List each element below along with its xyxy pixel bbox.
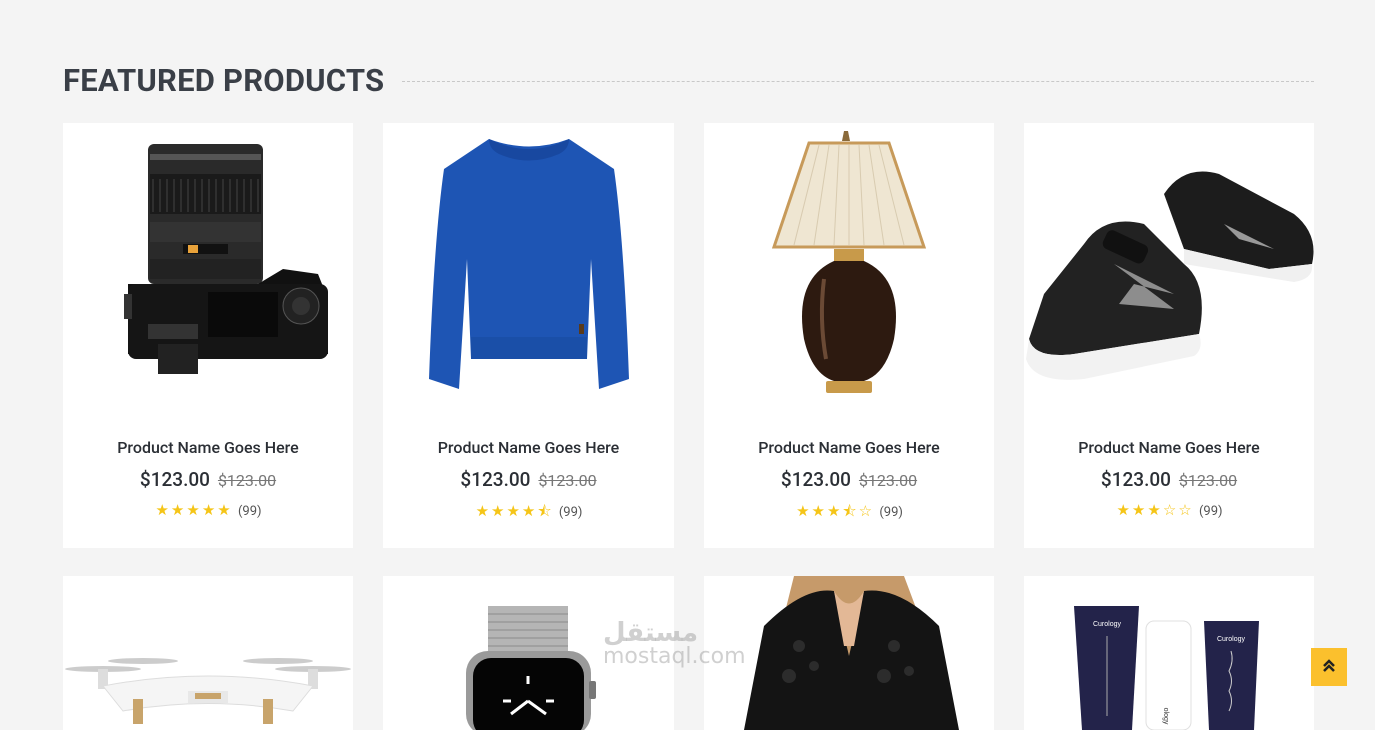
product-name[interactable]: Product Name Goes Here: [704, 438, 994, 457]
product-card[interactable]: [383, 576, 674, 730]
product-image-cosmetics[interactable]: Curology Curology ology: [1074, 606, 1264, 730]
product-name[interactable]: Product Name Goes Here: [63, 438, 353, 457]
product-image-blouse[interactable]: [744, 576, 959, 730]
star-full-icon: ★: [170, 501, 185, 519]
review-count: (99): [879, 505, 903, 520]
product-old-price: $123.00: [217, 471, 277, 490]
star-empty-icon: ☆: [858, 502, 873, 520]
review-count: (99): [1198, 504, 1223, 519]
product-rating: ★ ★ ★ ⯪ ☆ (99): [704, 501, 994, 526]
star-full-icon: ★: [506, 502, 520, 520]
star-half-icon: ⯪: [842, 502, 857, 520]
scroll-to-top-button[interactable]: [1311, 648, 1347, 686]
star-full-icon: ★: [796, 502, 810, 520]
star-empty-icon: ☆: [1178, 501, 1192, 519]
product-label: ology: [1162, 708, 1169, 725]
section-header: FEATURED PRODUCTS: [63, 58, 1314, 102]
product-card[interactable]: Product Name Goes Here $123.00 $123.00 ★…: [63, 123, 353, 548]
product-image-sweater[interactable]: [383, 123, 674, 405]
product-card[interactable]: Product Name Goes Here $123.00 $123.00 ★…: [704, 123, 994, 548]
product-prices: $123.00 $123.00: [383, 468, 674, 491]
product-card[interactable]: [63, 576, 353, 730]
section-divider: [402, 80, 1314, 82]
product-label: Curology: [1217, 636, 1246, 643]
section-title: FEATURED PRODUCTS: [63, 61, 385, 99]
product-prices: $123.00 $123.00: [704, 468, 994, 491]
star-full-icon: ★: [475, 502, 490, 520]
star-full-icon: ★: [201, 501, 216, 519]
product-prices: $123.00 $123.00: [63, 468, 353, 491]
product-grid: Product Name Goes Here $123.00 $123.00 ★…: [63, 123, 1314, 730]
product-rating: ★ ★ ★ ★ ⯪ (99): [383, 501, 674, 526]
product-image-drone[interactable]: [63, 651, 353, 730]
product-rating: ★ ★ ★ ☆ ☆ (99): [1024, 501, 1314, 519]
product-label: Curology: [1093, 621, 1122, 628]
star-full-icon: ★: [491, 502, 505, 520]
product-price: $123.00: [1100, 468, 1171, 491]
star-full-icon: ★: [1116, 501, 1130, 519]
star-full-icon: ★: [155, 501, 169, 519]
review-count: (99): [558, 505, 583, 520]
star-full-icon: ★: [826, 502, 841, 520]
product-card[interactable]: Product Name Goes Here $123.00 $123.00 ★…: [383, 123, 674, 548]
star-full-icon: ★: [1147, 501, 1161, 519]
product-name[interactable]: Product Name Goes Here: [383, 438, 674, 457]
star-half-icon: ⯪: [537, 502, 552, 520]
product-rating: ★ ★ ★ ★ ★ (99): [63, 501, 353, 519]
product-old-price: $123.00: [538, 471, 597, 490]
star-full-icon: ★: [521, 502, 536, 520]
star-full-icon: ★: [1131, 501, 1146, 519]
product-image-lamp[interactable]: [704, 123, 994, 405]
product-price: $123.00: [139, 468, 210, 491]
product-card[interactable]: [704, 576, 994, 730]
product-image-sneakers[interactable]: [1024, 123, 1314, 405]
product-price: $123.00: [460, 468, 531, 491]
star-full-icon: ★: [217, 501, 231, 519]
product-card[interactable]: Curology Curology ology: [1024, 576, 1314, 730]
star-full-icon: ★: [186, 501, 200, 519]
double-chevron-up-icon: [1322, 658, 1336, 676]
star-full-icon: ★: [811, 502, 825, 520]
product-image-camera[interactable]: [63, 123, 353, 405]
product-prices: $123.00 $123.00: [1024, 468, 1314, 491]
product-old-price: $123.00: [1178, 471, 1238, 490]
product-price: $123.00: [780, 468, 851, 491]
product-name[interactable]: Product Name Goes Here: [1024, 438, 1314, 457]
product-image-smartwatch[interactable]: [461, 606, 596, 730]
product-old-price: $123.00: [858, 471, 918, 490]
star-empty-icon: ☆: [1162, 501, 1177, 519]
review-count: (99): [237, 504, 262, 519]
product-card[interactable]: Product Name Goes Here $123.00 $123.00 ★…: [1024, 123, 1314, 548]
